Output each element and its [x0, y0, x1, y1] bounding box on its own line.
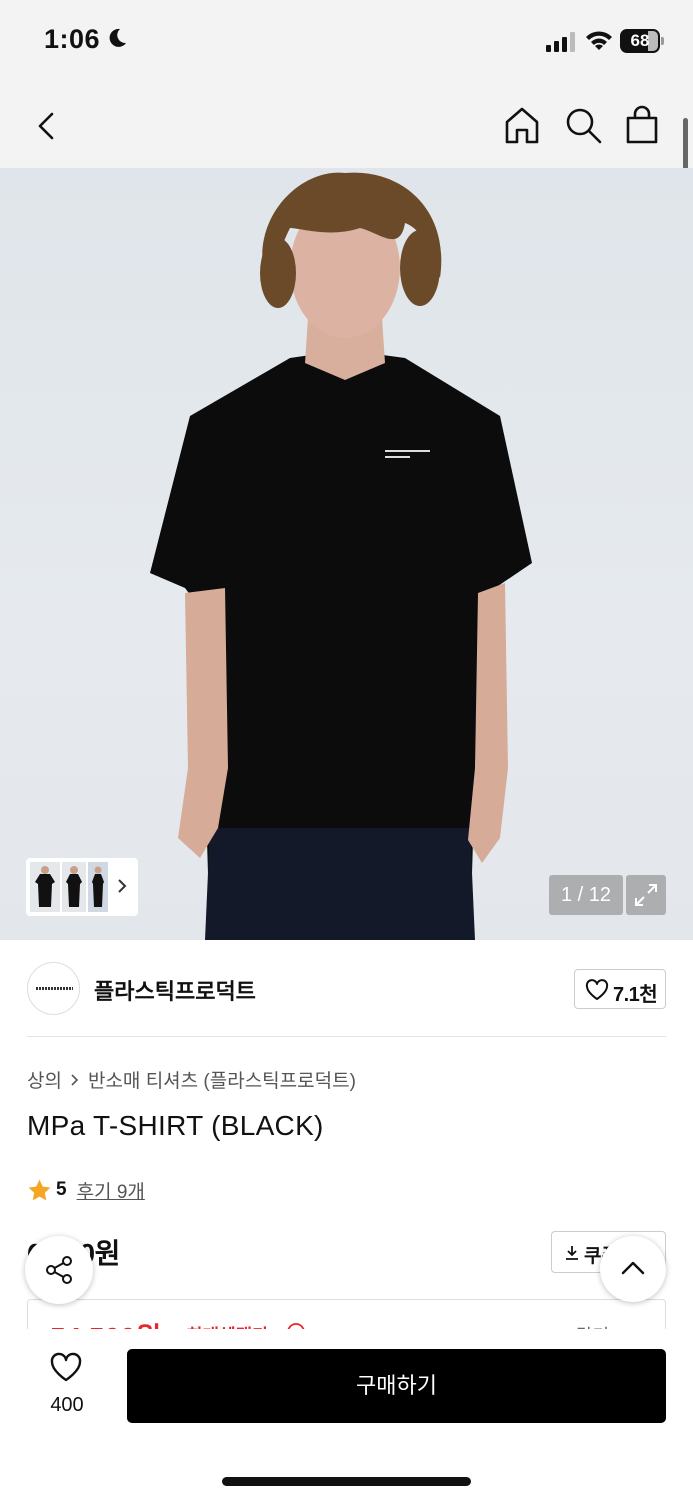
- wishlist-button[interactable]: 400: [34, 1351, 100, 1423]
- scroll-to-top-button[interactable]: [600, 1236, 666, 1302]
- chevron-right-icon[interactable]: [116, 877, 128, 895]
- shopping-bag-icon[interactable]: [622, 104, 662, 146]
- rating-value: 5: [56, 1179, 67, 1200]
- wifi-icon: [586, 31, 612, 50]
- thumbnail-image[interactable]: [88, 862, 108, 912]
- thumbnail-strip[interactable]: [26, 858, 138, 916]
- product-image[interactable]: 1 / 12: [0, 168, 693, 940]
- review-count-link[interactable]: 후기 9개: [77, 1177, 145, 1204]
- brand-like-button[interactable]: 7.1천: [574, 969, 666, 1009]
- moon-icon: [109, 28, 126, 47]
- star-icon: [28, 1179, 51, 1200]
- battery-icon: 68: [620, 29, 664, 53]
- brand-name[interactable]: 플라스틱프로덕트: [94, 974, 256, 1006]
- download-icon: [566, 1246, 578, 1260]
- expand-icon: [635, 884, 657, 906]
- status-bar: 1:06 68: [0, 0, 693, 84]
- back-icon[interactable]: [30, 106, 66, 146]
- share-button[interactable]: [25, 1236, 93, 1304]
- buy-button[interactable]: 구매하기: [127, 1349, 666, 1423]
- heart-icon: [585, 979, 609, 1000]
- status-time: 1:06: [44, 24, 101, 54]
- cellular-signal-icon: [546, 32, 575, 52]
- image-page-indicator: 1 / 12: [549, 875, 623, 915]
- brand-like-count: 7.1천: [613, 984, 658, 1006]
- navigation-bar: [0, 84, 693, 168]
- breadcrumb-category[interactable]: 상의: [27, 1066, 62, 1093]
- brand-logo[interactable]: [27, 962, 80, 1015]
- heart-icon: [50, 1352, 82, 1382]
- rating-row: 5 후기 9개: [27, 1176, 145, 1204]
- breadcrumb-subcategory[interactable]: 반소매 티셔츠 (플라스틱프로덕트): [88, 1066, 356, 1093]
- bottom-action-bar: 400 구매하기: [0, 1329, 693, 1500]
- brand-row[interactable]: 플라스틱프로덕트 7.1천: [0, 940, 693, 1036]
- chevron-up-icon: [621, 1261, 645, 1275]
- thumbnail-image[interactable]: [30, 862, 60, 912]
- product-title: MPa T-SHIRT (BLACK): [27, 1110, 324, 1141]
- search-icon[interactable]: [562, 104, 604, 146]
- divider: [27, 1036, 666, 1037]
- thumbnail-image[interactable]: [62, 862, 86, 912]
- wishlist-count: 400: [50, 1394, 84, 1416]
- battery-level: 68: [630, 31, 650, 50]
- share-icon: [46, 1256, 72, 1284]
- model-photo: [150, 172, 532, 940]
- chevron-right-icon: [71, 1073, 79, 1086]
- home-icon[interactable]: [502, 104, 542, 146]
- breadcrumb: 상의 반소매 티셔츠 (플라스틱프로덕트): [27, 1066, 356, 1093]
- fullscreen-button[interactable]: [626, 875, 666, 915]
- home-indicator: [222, 1477, 471, 1486]
